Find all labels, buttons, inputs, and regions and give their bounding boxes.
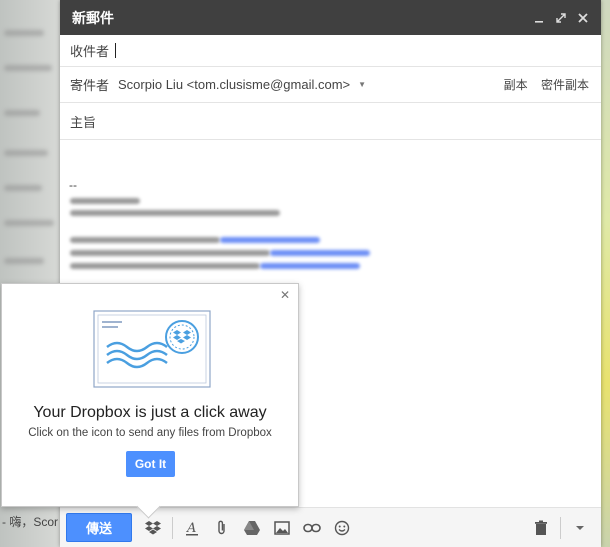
dropbox-promo-popup: ✕ Your Dropbox is just a click away Clic… [1, 283, 299, 519]
signature-blurred [70, 237, 220, 243]
signature-blurred [70, 263, 260, 269]
background-snippet: - 嗨，Scor [2, 515, 59, 529]
toolbar-divider [560, 516, 561, 539]
text-cursor [115, 43, 117, 58]
svg-text:A: A [186, 521, 196, 536]
drive-icon[interactable] [237, 514, 267, 542]
cc-bcc-links: 副本 密件副本 [494, 76, 589, 93]
trash-icon[interactable] [526, 514, 556, 542]
link-icon[interactable] [297, 514, 327, 542]
more-options-icon[interactable] [565, 514, 595, 542]
minimize-icon[interactable] [531, 10, 547, 26]
subject-field[interactable]: 主旨 [60, 103, 601, 140]
dropbox-icon[interactable] [138, 514, 168, 542]
from-label: 寄件者 [70, 78, 110, 93]
background-right-edge [600, 0, 610, 547]
compose-titlebar[interactable]: 新郵件 [60, 0, 601, 35]
close-icon[interactable] [575, 10, 591, 26]
attach-icon[interactable] [207, 514, 237, 542]
signature-link-blurred [220, 237, 320, 243]
formatting-icon[interactable]: A [177, 514, 207, 542]
signature-blurred [70, 210, 280, 216]
envelope-illustration [93, 310, 211, 388]
popup-subtext: Click on the icon to send any files from… [28, 427, 272, 439]
emoji-icon[interactable] [327, 514, 357, 542]
send-button[interactable]: 傳送 [66, 513, 132, 542]
compose-toolbar: 傳送 A [60, 507, 601, 547]
signature-blurred [70, 198, 140, 204]
chevron-down-icon[interactable]: ▼ [358, 80, 366, 89]
got-it-button[interactable]: Got It [126, 451, 175, 477]
compose-title: 新郵件 [72, 9, 114, 26]
signature-link-blurred [270, 250, 370, 256]
to-field[interactable]: 收件者 [60, 35, 601, 67]
expand-icon[interactable] [553, 10, 569, 26]
signature-blurred [70, 250, 270, 256]
signature-link-blurred [260, 263, 360, 269]
close-icon[interactable]: ✕ [280, 288, 290, 302]
subject-placeholder: 主旨 [70, 114, 97, 130]
popup-headline: Your Dropbox is just a click away [33, 404, 267, 421]
signature-separator: -- [69, 178, 77, 192]
bcc-link[interactable]: 密件副本 [541, 78, 589, 92]
cc-link[interactable]: 副本 [504, 78, 528, 92]
photo-icon[interactable] [267, 514, 297, 542]
from-value[interactable]: Scorpio Liu <tom.clusisme@gmail.com> [118, 77, 350, 92]
to-label: 收件者 [70, 44, 110, 59]
toolbar-divider [172, 516, 173, 539]
from-field[interactable]: 寄件者 Scorpio Liu <tom.clusisme@gmail.com>… [60, 67, 601, 103]
